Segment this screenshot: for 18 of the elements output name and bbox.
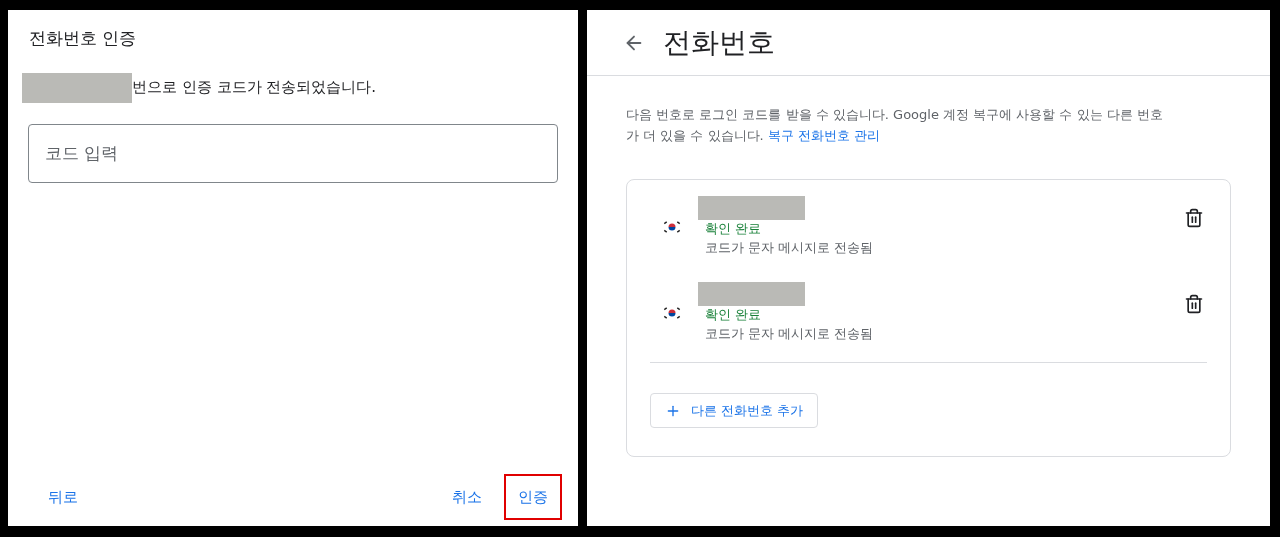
delivery-method: 코드가 문자 메시지로 전송됨 [705,325,874,343]
dialog-button[interactable]: 취소 [438,474,496,520]
dialog-title: 전화번호 인증 [28,27,138,50]
verified-status: 확인 완료 [705,306,763,324]
manage-recovery-link[interactable]: 복구 전화번호 관리 [767,128,881,143]
sent-message: 번으로 인증 코드가 전송되었습니다. [132,77,377,99]
description-text: 다음 번호로 로그인 코드를 받을 수 있습니다. Google 계정 복구에 사용할 수 있는 다른 번호가 더 있을 수 있습니다. 복구 전화번호 관리 [625,106,1164,145]
dialog-button[interactable]: 인증 [504,474,562,520]
flag-icon [663,306,681,320]
delivery-method: 코드가 문자 메시지로 전송됨 [705,239,874,257]
add-phone-button[interactable]: 다른 전화번호 추가 [650,393,819,428]
delete-icon[interactable] [1184,294,1204,314]
code-input-field[interactable]: 코드 입력 [28,123,558,183]
verified-status: 확인 완료 [705,220,763,238]
back-button[interactable]: 뒤로 [40,479,86,515]
delete-icon[interactable] [1184,208,1204,228]
flag-icon [663,220,681,234]
page-title: 전화번호 [663,24,775,61]
